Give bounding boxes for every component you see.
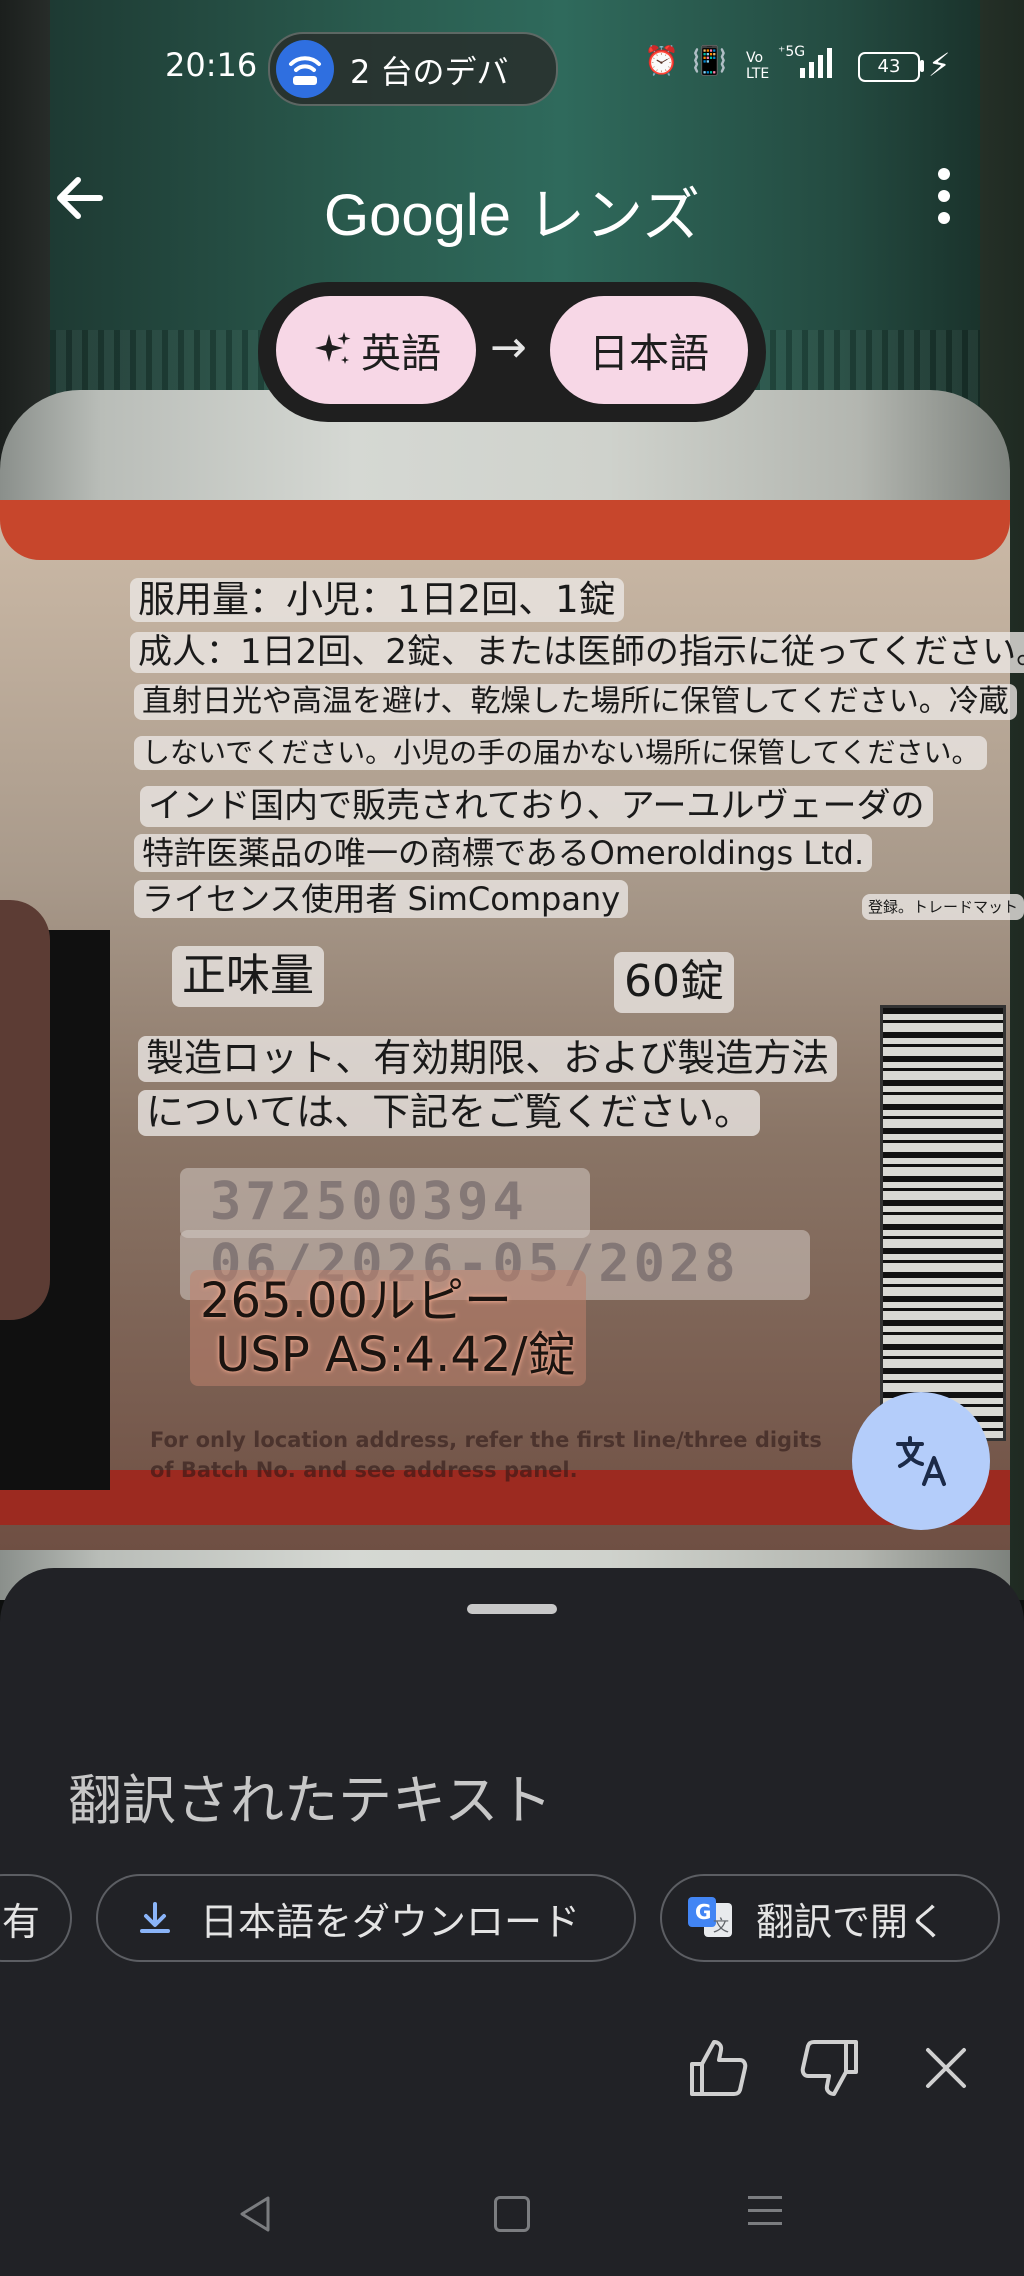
drag-handle[interactable] xyxy=(467,1604,557,1614)
share-chip[interactable]: 有 xyxy=(0,1874,72,1962)
svg-text:G: G xyxy=(695,1900,711,1924)
translation-dosage-2[interactable]: 成人：1日2回、2錠、または医師の指示に従ってください。 xyxy=(130,632,1024,673)
download-language-label: 日本語をダウンロード xyxy=(200,1899,581,1944)
translation-lot-1[interactable]: 製造ロット、有効期限、および製造方法 xyxy=(138,1036,838,1082)
app-title: Google レンズ xyxy=(324,183,700,248)
source-language-chip[interactable]: 英語 xyxy=(276,296,476,404)
target-language-chip[interactable]: 日本語 xyxy=(550,296,748,404)
battery-icon: 43 xyxy=(858,52,920,82)
open-in-translate-chip[interactable]: G 文 翻訳で開く xyxy=(660,1874,1000,1962)
battery-tip xyxy=(920,60,924,72)
hotspot-pill[interactable]: 2 台のデバ xyxy=(268,32,558,106)
translation-storage-1[interactable]: 直射日光や高温を避け、乾燥した場所に保管してください。冷蔵 xyxy=(134,684,1017,720)
translation-dosage-1[interactable]: 服用量：小児：1日2回、1錠 xyxy=(130,578,624,623)
nav-back-icon[interactable] xyxy=(236,2194,276,2238)
more-options-icon[interactable] xyxy=(930,168,960,228)
bottle-label xyxy=(0,520,1010,1550)
arrow-right-icon: → xyxy=(490,322,527,373)
signal-icon xyxy=(800,48,832,78)
source-language-label: 英語 xyxy=(361,331,441,377)
charging-icon: ⚡ xyxy=(928,46,951,84)
translation-sale-2[interactable]: 特許医薬品の唯一の商標であるOmeroldings Ltd. xyxy=(134,834,873,873)
thumbs-down-icon[interactable] xyxy=(796,2034,864,2102)
download-language-chip[interactable]: 日本語をダウンロード xyxy=(96,1874,636,1962)
sheet-title: 翻訳されたテキスト xyxy=(68,1769,553,1832)
translation-net-value[interactable]: 60錠 xyxy=(614,952,734,1013)
barcode xyxy=(880,1005,1006,1441)
hand xyxy=(0,900,50,1320)
volte-icon: Vo LTE xyxy=(746,50,770,82)
download-icon xyxy=(128,1891,182,1945)
translate-toggle-button[interactable] xyxy=(852,1392,990,1530)
hotspot-text: 2 台のデバ xyxy=(350,53,509,91)
share-chip-label: 有 xyxy=(2,1899,41,1944)
google-translate-icon: G 文 xyxy=(684,1891,738,1945)
language-selector: 英語 → 日本語 xyxy=(258,282,766,422)
translation-net-label[interactable]: 正味量 xyxy=(172,946,324,1007)
status-time: 20:16 xyxy=(165,46,258,84)
fine-print-text: For only location address, refer the fir… xyxy=(150,1428,822,1482)
translation-trademark[interactable]: 登録。トレードマット xyxy=(862,894,1024,920)
sparkle-icon xyxy=(315,332,351,364)
translation-sale-1[interactable]: インド国内で販売されており、アーユルヴェーダの xyxy=(140,786,933,827)
lot-number-text: 372500394 xyxy=(210,1172,528,1232)
hotspot-icon xyxy=(276,40,334,98)
thumbs-up-icon[interactable] xyxy=(684,2034,752,2102)
svg-text:文: 文 xyxy=(713,1916,729,1935)
translation-price[interactable]: 265.00ルピー USP AS:4.42/錠 xyxy=(190,1270,586,1386)
nav-home-icon[interactable] xyxy=(494,2196,530,2232)
close-icon[interactable] xyxy=(912,2034,980,2102)
label-stripe-top xyxy=(0,500,1010,560)
bottom-sheet: 翻訳されたテキスト 有 日本語をダウンロード G 文 翻訳で開く xyxy=(0,1568,1024,2276)
open-in-translate-label: 翻訳で開く xyxy=(756,1899,947,1944)
translation-sale-3[interactable]: ライセンス使用者 SimCompany xyxy=(134,880,629,919)
alarm-icon: ⏰ xyxy=(644,44,679,77)
translate-icon xyxy=(896,1436,946,1486)
translation-storage-2[interactable]: しないでください。小児の手の届かない場所に保管してください。 xyxy=(134,736,988,770)
target-language-label: 日本語 xyxy=(589,331,709,377)
translation-lot-2[interactable]: については、下記をご覧ください。 xyxy=(138,1090,761,1136)
vibrate-icon: 📳 xyxy=(692,44,727,77)
